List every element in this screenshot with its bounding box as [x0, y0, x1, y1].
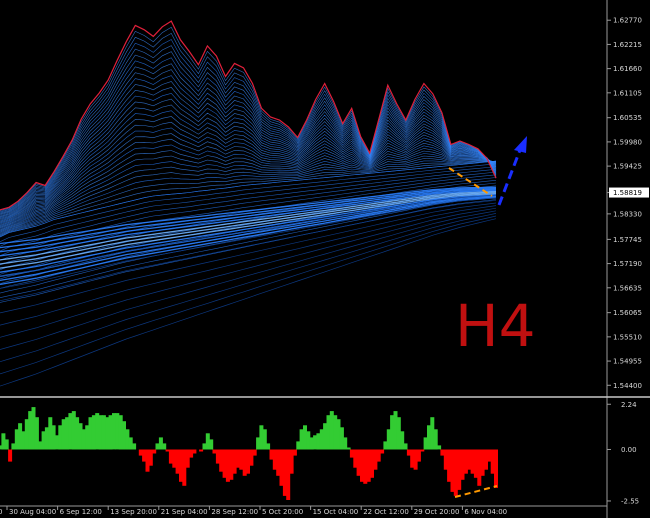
oscillator-bar [487, 449, 492, 462]
oscillator-bar [152, 449, 157, 454]
price-tick-label: 1.62215 [613, 41, 642, 49]
current-price-label: 1.58819 [613, 189, 642, 197]
oscillator-bar [346, 447, 351, 450]
oscillator-bar [4, 439, 9, 450]
price-tick-label: 1.58330 [613, 210, 642, 218]
oscillator-bar [430, 417, 435, 450]
date-label: 30 Aug 04:00 [9, 508, 56, 516]
timeframe-label: H4 [455, 292, 536, 360]
price-tick-label: 1.54955 [613, 358, 642, 366]
oscillator-bar [363, 449, 368, 484]
oscillator-bar [272, 449, 277, 470]
oscillator-bar [8, 449, 13, 462]
date-label-partial: 0 [0, 508, 2, 516]
oscillator-bar [437, 445, 442, 450]
osc-tick-label: 0.00 [621, 446, 637, 454]
oscillator-bar [128, 437, 133, 450]
oscillator-bar [380, 449, 385, 454]
date-label: 22 Oct 12:00 [363, 508, 409, 516]
oscillator-bar [306, 431, 311, 450]
oscillator-bar [396, 417, 401, 450]
price-tick-label: 1.56635 [613, 284, 642, 292]
date-label: 15 Oct 04:00 [313, 508, 359, 516]
osc-tick-label: 2.24 [621, 401, 637, 409]
date-label: 28 Sep 12:00 [211, 508, 258, 516]
price-tick-label: 1.60535 [613, 114, 642, 122]
oscillator-bar [199, 449, 204, 452]
oscillator-bar [266, 443, 271, 450]
oscillator-bar [292, 449, 297, 456]
oscillator-bar [11, 443, 16, 450]
price-tick-label: 1.59425 [613, 163, 642, 171]
price-tick-label: 1.57745 [613, 236, 642, 244]
oscillator-bar [168, 449, 173, 464]
price-tick-label: 1.55510 [613, 333, 642, 341]
date-label: 6 Nov 04:00 [464, 508, 507, 516]
oscillator-bar [453, 449, 458, 496]
forex-chart: 1.62770 1.62215 1.61660 1.61105 1.60535 1.599… [0, 0, 650, 518]
oscillator-bar [225, 449, 230, 482]
oscillator-bar [24, 419, 29, 450]
oscillator-bar [252, 449, 257, 456]
date-label: 21 Sep 04:00 [161, 508, 208, 516]
osc-tick-label: -2.55 [621, 497, 639, 505]
price-tick-label: 1.54400 [613, 382, 642, 390]
price-tick-label: 1.59980 [613, 138, 642, 146]
date-label: 13 Sep 20:00 [110, 508, 157, 516]
price-tick-label: 1.57190 [613, 260, 642, 268]
oscillator-bar [403, 443, 408, 450]
date-label: 6 Sep 12:00 [60, 508, 102, 516]
oscillator-bar [162, 443, 167, 450]
oscillator-bar [329, 411, 334, 450]
price-tick-label: 1.61660 [613, 65, 642, 73]
oscillator-bar [494, 449, 498, 488]
oscillator-bar [209, 439, 214, 450]
price-tick-label: 1.56065 [613, 309, 642, 317]
oscillator-bar [219, 449, 224, 472]
oscillator-bar [185, 449, 190, 468]
date-label: 29 Oct 20:00 [414, 508, 460, 516]
price-tick-label: 1.61105 [613, 89, 642, 97]
oscillator-bar [132, 443, 137, 450]
oscillator-bar [420, 449, 425, 452]
date-label: 5 Oct 20:00 [262, 508, 303, 516]
oscillator-bar [192, 449, 197, 454]
price-tick-label: 1.62770 [613, 17, 642, 25]
